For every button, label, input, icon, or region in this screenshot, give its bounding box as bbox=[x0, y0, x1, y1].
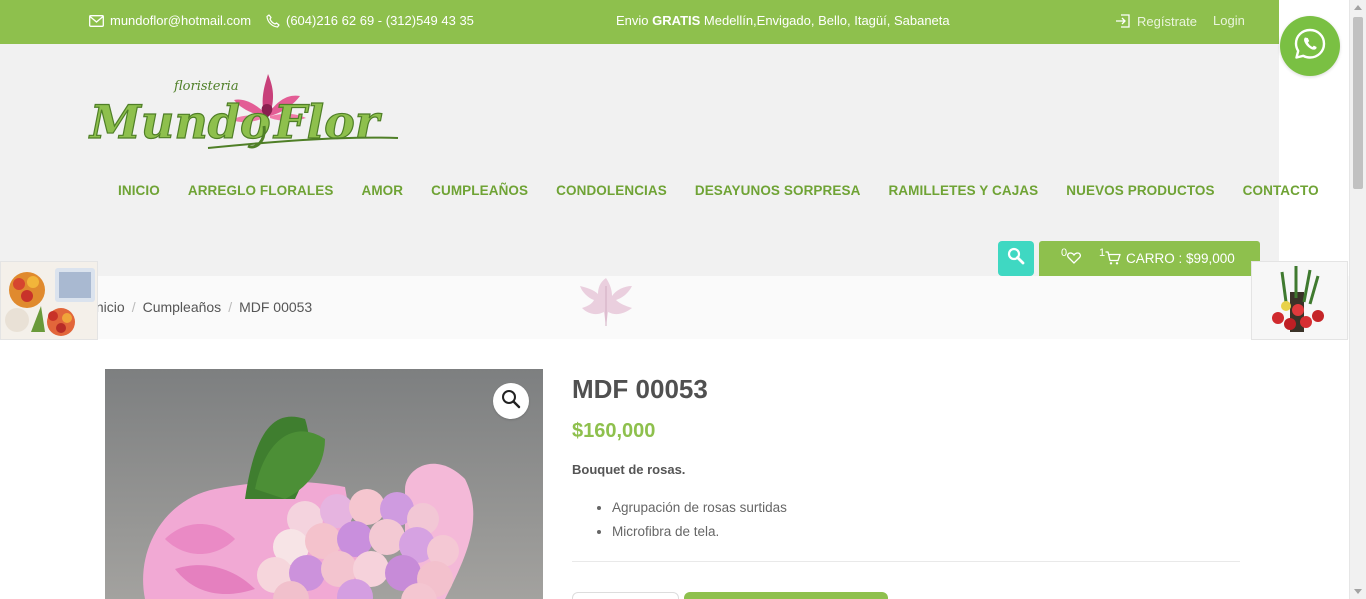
logo-small-text: floristeria bbox=[173, 79, 239, 94]
breadcrumb-band: Inicio / Cumpleaños / MDF 00053 bbox=[0, 276, 1349, 339]
main-nav: INICIO ARREGLO FLORALES AMOR CUMPLEAÑOS … bbox=[104, 183, 1333, 198]
heart-icon[interactable] bbox=[1067, 252, 1081, 267]
phone-text: (604)216 62 69 - (312)549 43 35 bbox=[286, 13, 474, 28]
nav-item-desayunos-sorpresa[interactable]: DESAYUNOS SORPRESA bbox=[681, 183, 875, 198]
breadcrumb-category[interactable]: Cumpleaños bbox=[143, 299, 222, 315]
scroll-thumb[interactable] bbox=[1353, 17, 1363, 189]
envelope-icon bbox=[89, 14, 104, 27]
sign-in-icon bbox=[1115, 13, 1131, 29]
add-to-cart-button[interactable] bbox=[684, 592, 888, 599]
site-logo[interactable]: floristeria Mundo Flor bbox=[87, 66, 400, 158]
product-feature-item: Microfibra de tela. bbox=[612, 520, 787, 544]
nav-item-cumpleanos[interactable]: CUMPLEAÑOS bbox=[417, 183, 542, 198]
product-features-list: Agrupación de rosas surtidas Microfibra … bbox=[594, 496, 787, 544]
site-header: floristeria Mundo Flor INICIO ARREGLO FL… bbox=[0, 44, 1319, 276]
scroll-up-arrow[interactable] bbox=[1354, 5, 1362, 10]
nav-item-contacto[interactable]: CONTACTO bbox=[1229, 183, 1333, 198]
nav-item-inicio[interactable]: INICIO bbox=[104, 183, 174, 198]
nav-item-nuevos-productos[interactable]: NUEVOS PRODUCTOS bbox=[1052, 183, 1228, 198]
search-button[interactable] bbox=[998, 241, 1034, 276]
related-product-thumb-right[interactable] bbox=[1251, 261, 1348, 340]
logo-brand-left: Mundo bbox=[88, 95, 271, 149]
quantity-input[interactable] bbox=[572, 592, 679, 599]
top-bar: mundoflor@hotmail.com (604)216 62 69 - (… bbox=[0, 0, 1279, 44]
product-title: MDF 00053 bbox=[572, 374, 708, 404]
search-icon bbox=[1007, 247, 1025, 270]
scroll-down-arrow[interactable] bbox=[1354, 589, 1362, 594]
breadcrumb-separator: / bbox=[228, 299, 233, 315]
breadcrumb-current: MDF 00053 bbox=[239, 299, 313, 315]
maple-leaf-decoration bbox=[574, 276, 638, 328]
breadcrumb: Inicio / Cumpleaños / MDF 00053 bbox=[92, 299, 312, 315]
product-main-image[interactable] bbox=[105, 369, 543, 599]
nav-item-ramilletes-y-cajas[interactable]: RAMILLETES Y CAJAS bbox=[874, 183, 1052, 198]
nav-item-amor[interactable]: AMOR bbox=[347, 183, 417, 198]
login-label: Login bbox=[1213, 13, 1245, 28]
contact-email[interactable]: mundoflor@hotmail.com bbox=[89, 13, 251, 28]
whatsapp-icon bbox=[1293, 27, 1327, 66]
magnifier-icon bbox=[501, 389, 521, 414]
cart-total-label: CARRO : $99,000 bbox=[1126, 251, 1235, 266]
nav-item-condolencias[interactable]: CONDOLENCIAS bbox=[542, 183, 681, 198]
product-feature-item: Agrupación de rosas surtidas bbox=[612, 496, 787, 520]
cart-button[interactable]: 0 1 CARRO : $99,000 bbox=[1039, 241, 1260, 276]
whatsapp-button[interactable] bbox=[1280, 16, 1340, 76]
shipping-prefix: Envio bbox=[616, 13, 653, 28]
shipping-rest: Medellín,Envigado, Bello, Itagüí, Sabane… bbox=[700, 13, 950, 28]
section-divider bbox=[572, 561, 1240, 562]
zoom-button[interactable] bbox=[493, 383, 529, 419]
contact-phone[interactable]: (604)216 62 69 - (312)549 43 35 bbox=[266, 13, 474, 28]
breadcrumb-separator: / bbox=[131, 299, 136, 315]
shipping-bold: GRATIS bbox=[652, 13, 701, 28]
cart-icon bbox=[1105, 251, 1121, 268]
product-price: $160,000 bbox=[572, 420, 656, 442]
register-link[interactable]: Regístrate bbox=[1115, 13, 1197, 29]
login-link[interactable]: Login bbox=[1213, 13, 1245, 28]
related-product-thumb-left[interactable] bbox=[0, 261, 98, 340]
nav-item-arreglo-florales[interactable]: ARREGLO FLORALES bbox=[174, 183, 348, 198]
phone-icon bbox=[266, 13, 280, 28]
email-text: mundoflor@hotmail.com bbox=[110, 13, 252, 28]
shipping-notice: Envio GRATIS Medellín,Envigado, Bello, I… bbox=[616, 13, 950, 28]
page-scrollbar[interactable] bbox=[1349, 0, 1366, 599]
register-label: Regístrate bbox=[1137, 13, 1197, 29]
product-description: Bouquet de rosas. bbox=[572, 462, 686, 477]
